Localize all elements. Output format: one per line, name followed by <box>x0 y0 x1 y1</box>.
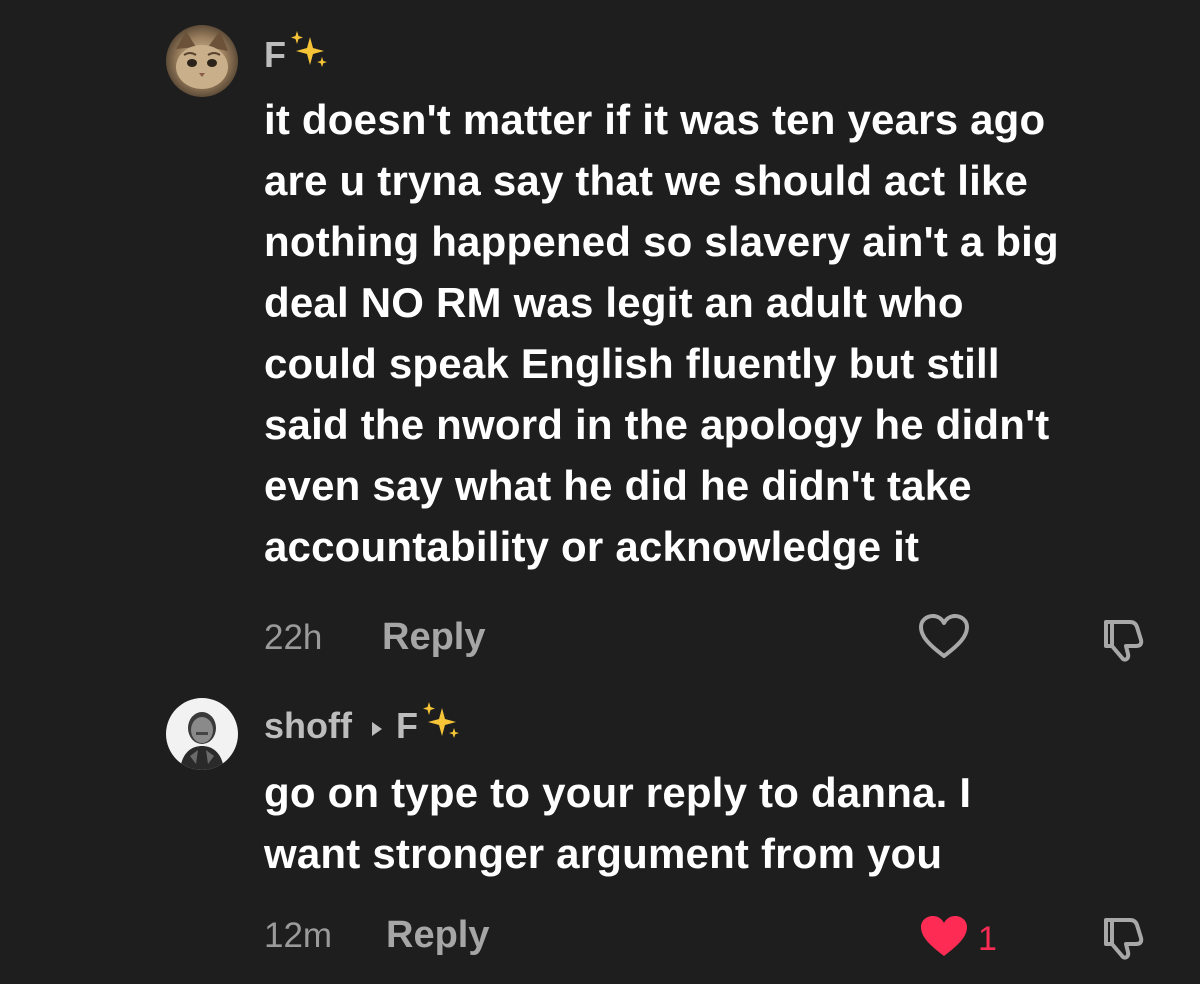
avatar[interactable] <box>166 698 238 770</box>
comment-body: go on type to your reply to danna. I wan… <box>264 762 971 884</box>
reply-to-username[interactable]: F <box>396 705 418 747</box>
avatar-person-image <box>166 698 238 770</box>
reply-button[interactable]: Reply <box>386 914 489 957</box>
dislike-icon <box>1098 918 1146 966</box>
comment-username-row: shoff F <box>264 700 462 751</box>
comment-timestamp: 12m <box>264 916 333 955</box>
comment-username[interactable]: shoff <box>264 705 352 747</box>
reply-arrow-icon <box>370 705 384 747</box>
sparkles-icon <box>420 700 462 751</box>
heart-filled-icon <box>918 914 970 965</box>
like-count: 1 <box>978 920 997 958</box>
comment-item: shoff F go on type to your reply to dann… <box>0 0 1200 984</box>
dislike-button[interactable] <box>1098 914 1146 967</box>
comment-body-line: go on type to your reply to danna. I <box>264 769 972 816</box>
comment-actions: 12m Reply 1 <box>0 906 1200 966</box>
comment-body-line: want stronger argument from you <box>264 830 943 877</box>
like-button[interactable]: 1 <box>918 914 997 965</box>
